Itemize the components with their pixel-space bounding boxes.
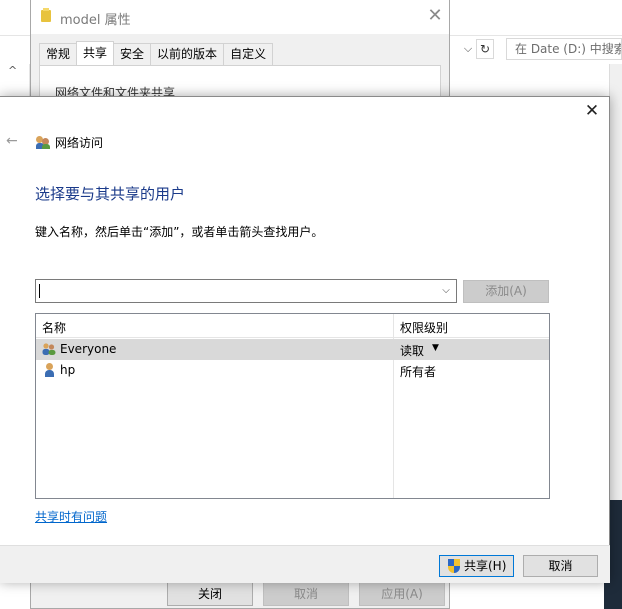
tab-general[interactable]: 常规 [39, 43, 78, 65]
permissions-list: 名称 权限级别 Everyone 读取 ▼ hp 所有者 [35, 313, 550, 499]
text-cursor [39, 284, 40, 298]
list-item[interactable]: hp 所有者 [36, 360, 549, 381]
chevron-down-icon[interactable]: ⌵ [440, 280, 452, 302]
close-icon[interactable]: ✕ [425, 6, 445, 26]
share-button[interactable]: 共享(H) [439, 555, 514, 577]
properties-tabs: 常规 共享 安全 以前的版本 自定义 [39, 41, 274, 65]
tab-customize[interactable]: 自定义 [223, 43, 274, 65]
chevron-up-icon[interactable]: ^ [8, 64, 17, 77]
window-title: 网络访问 [55, 136, 104, 150]
page-title: 选择要与其共享的用户 [35, 185, 186, 203]
list-item[interactable]: Everyone 读取 ▼ [36, 339, 549, 360]
groupbox-label: 网络文件和文件夹共享 [53, 84, 178, 96]
user-icon [42, 363, 56, 377]
network-users-icon [36, 135, 50, 149]
close-icon[interactable]: ✕ [578, 100, 606, 122]
permission-level: 所有者 [400, 365, 437, 379]
properties-title: model 属性 [60, 13, 131, 28]
folder-icon [41, 8, 51, 22]
user-name: hp [60, 363, 76, 377]
properties-footer: 关闭 取消 应用(A) [167, 582, 445, 606]
instruction-text: 键入名称，然后单击“添加”，或者单击箭头查找用户。 [35, 225, 324, 239]
search-input[interactable]: 在 Date (D:) 中搜索 [506, 38, 622, 60]
column-header-name[interactable]: 名称 [42, 319, 66, 336]
column-header-permission[interactable]: 权限级别 [400, 319, 448, 336]
address-dropdown-icon[interactable]: ⌵ [460, 39, 476, 59]
back-arrow-icon[interactable]: ← [6, 133, 18, 149]
cancel-button[interactable]: 取消 [263, 582, 349, 606]
help-link[interactable]: 共享时有问题 [35, 508, 107, 525]
navigation-pane: ^ [0, 64, 30, 96]
shield-icon [448, 559, 460, 573]
user-group-icon [42, 342, 56, 356]
permission-level[interactable]: 读取 [400, 342, 424, 359]
tab-previous-versions[interactable]: 以前的版本 [150, 43, 225, 65]
user-name: Everyone [60, 342, 117, 356]
dialog-footer [0, 545, 610, 583]
share-button-label: 共享(H) [464, 559, 507, 573]
properties-titlebar: model 属性 ✕ [31, 0, 449, 34]
cancel-button[interactable]: 取消 [523, 555, 598, 577]
close-button[interactable]: 关闭 [167, 582, 253, 606]
user-name-combobox[interactable]: ⌵ [35, 279, 457, 303]
tab-security[interactable]: 安全 [113, 43, 152, 65]
explorer-scrollbar[interactable] [609, 64, 622, 504]
refresh-button[interactable]: ↻ [476, 39, 494, 59]
permission-dropdown-icon[interactable]: ▼ [432, 343, 439, 353]
add-button[interactable]: 添加(A) [463, 280, 549, 303]
network-access-dialog: ✕ ← 网络访问 选择要与其共享的用户 键入名称，然后单击“添加”，或者单击箭头… [0, 96, 610, 583]
tab-sharing[interactable]: 共享 [76, 41, 115, 65]
list-header: 名称 权限级别 [36, 314, 549, 338]
apply-button[interactable]: 应用(A) [359, 582, 445, 606]
